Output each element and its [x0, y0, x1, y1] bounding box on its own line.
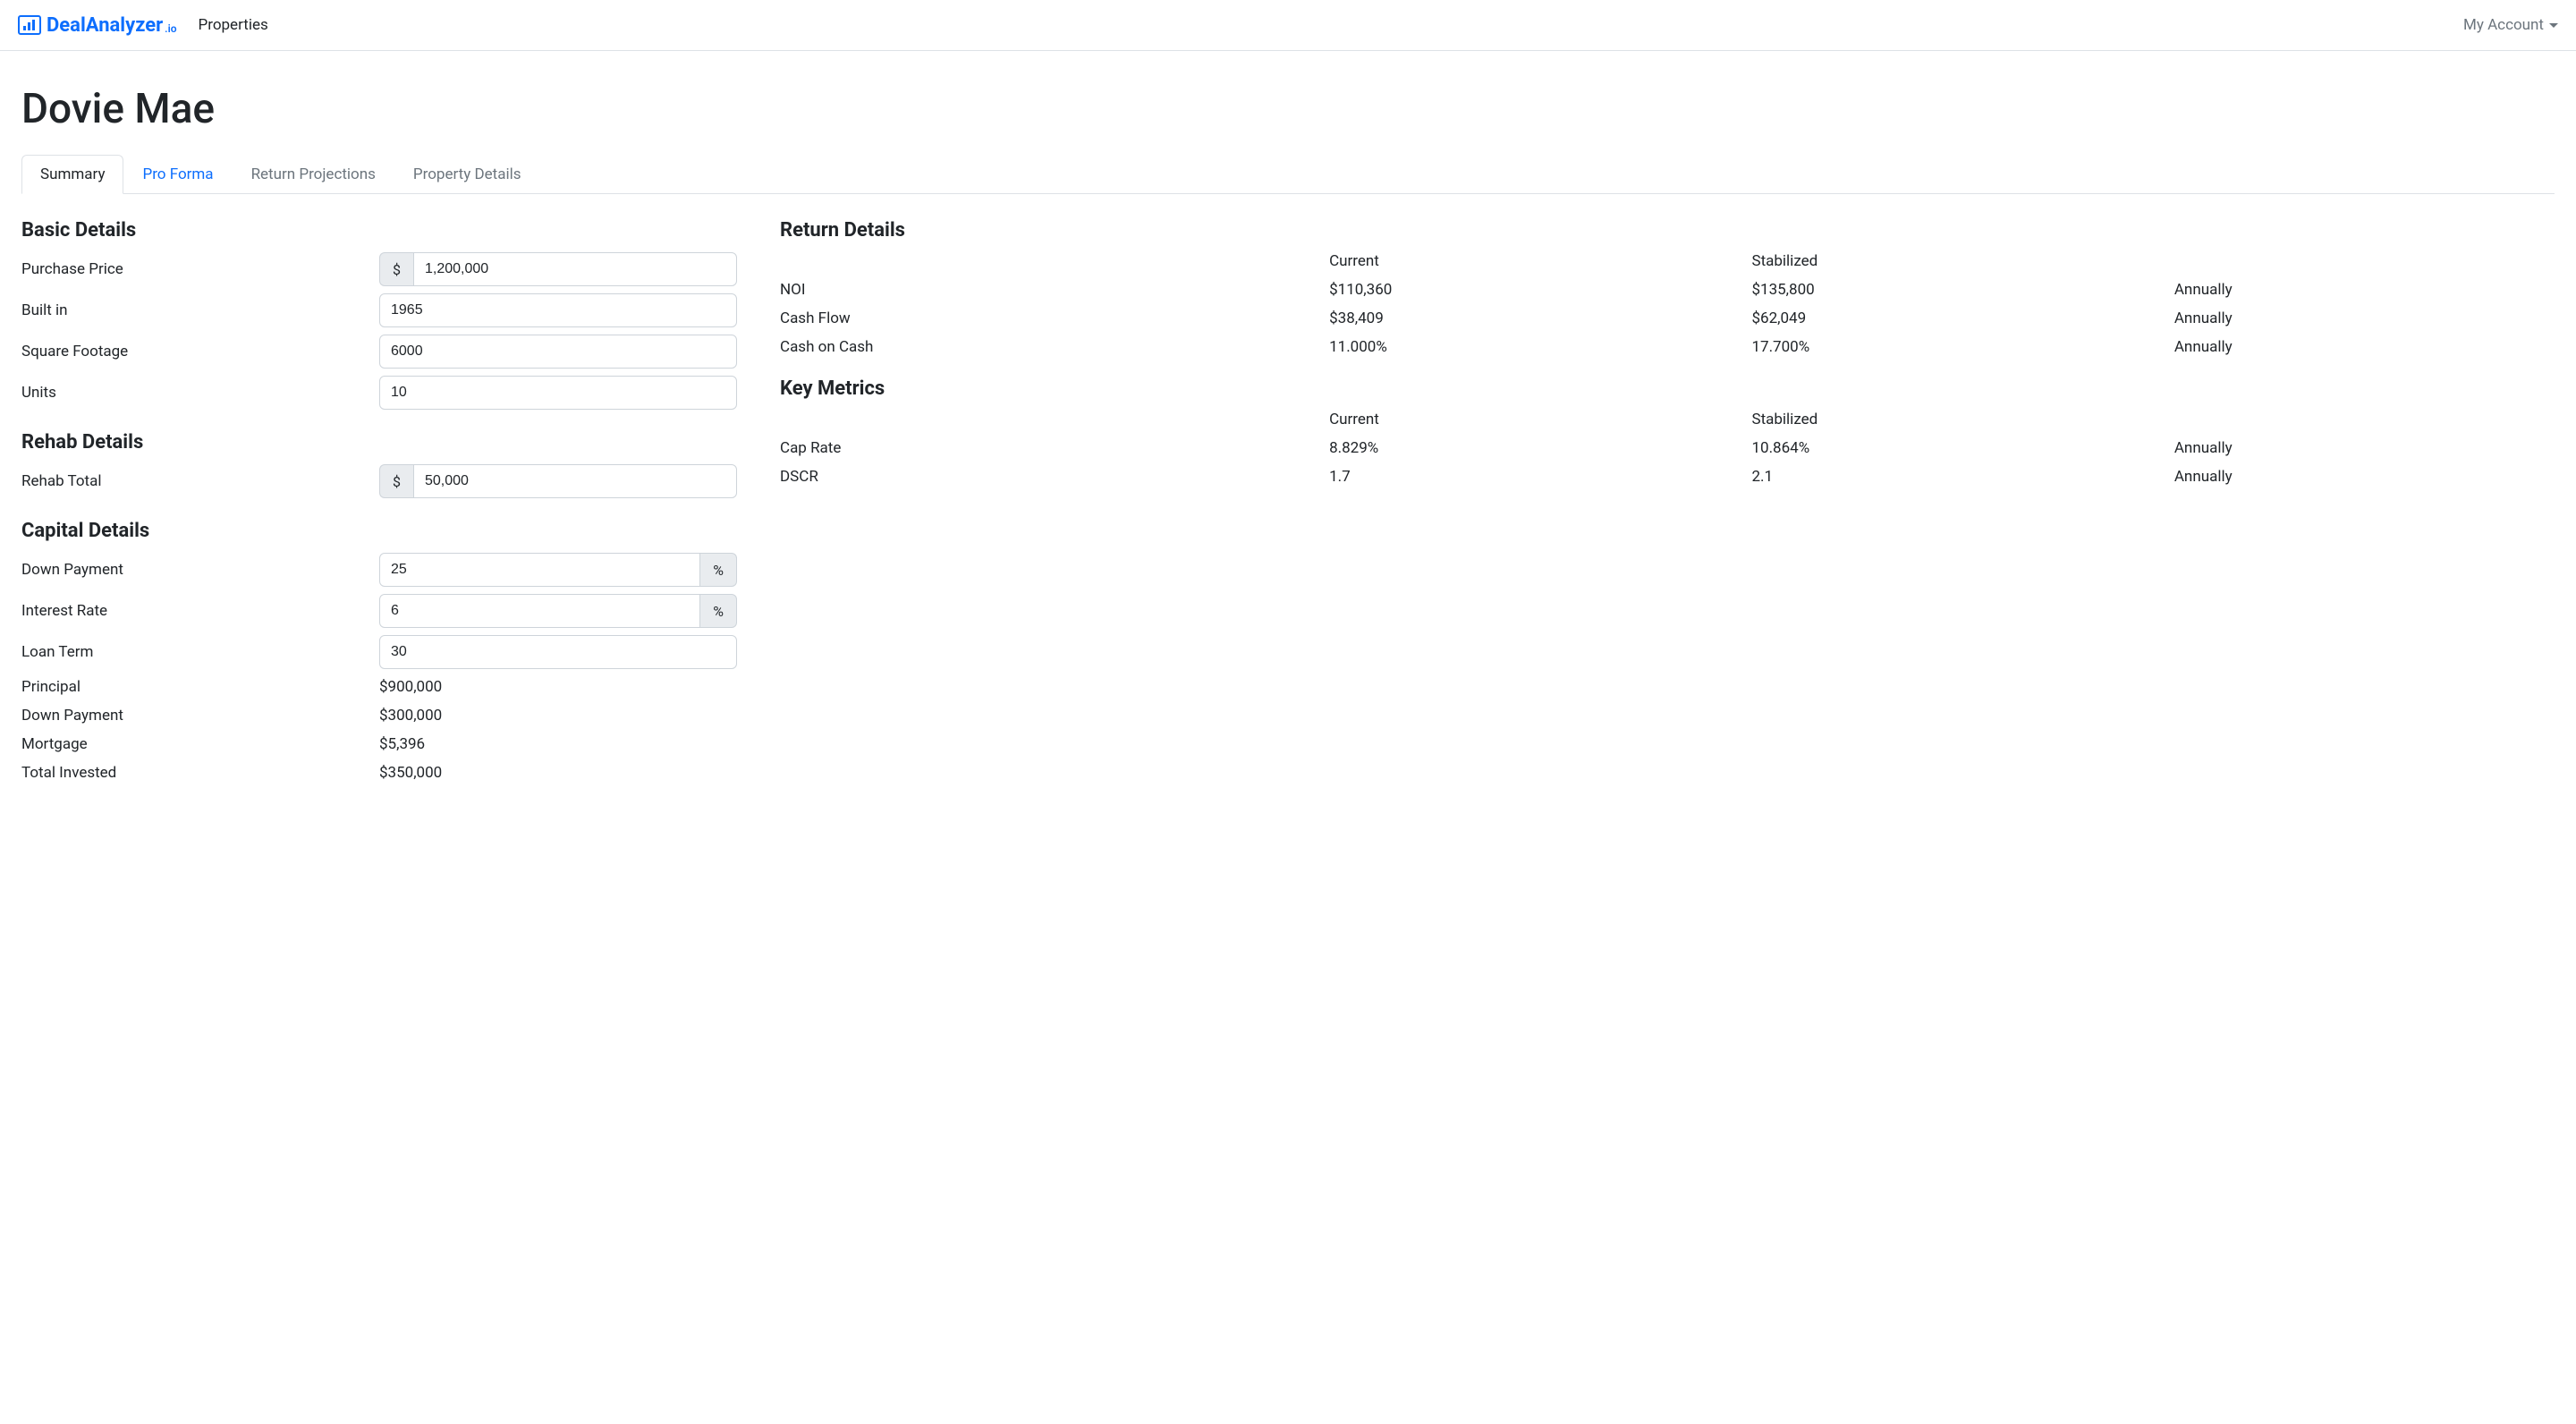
cashoncash-period: Annually [2174, 338, 2555, 356]
label-interest-rate: Interest Rate [21, 602, 379, 620]
value-down-payment-amt: $300,000 [379, 705, 737, 726]
label-built-in: Built in [21, 301, 379, 319]
row-cashflow-label: Cash Flow [780, 309, 1329, 327]
label-purchase-price: Purchase Price [21, 260, 379, 278]
value-mortgage: $5,396 [379, 733, 737, 755]
cashoncash-stabilized: 17.700% [1751, 338, 2174, 356]
label-square-footage: Square Footage [21, 343, 379, 360]
row-down-payment-pct: Down Payment % [21, 553, 737, 587]
navbar: DealAnalyzer.io Properties My Account [0, 0, 2576, 51]
label-total-invested: Total Invested [21, 764, 379, 782]
row-noi-label: NOI [780, 281, 1329, 299]
chevron-down-icon [2549, 23, 2558, 28]
basic-details-heading: Basic Details [21, 219, 737, 242]
input-rehab-total[interactable] [413, 464, 737, 498]
tab-pro-forma[interactable]: Pro Forma [123, 155, 232, 194]
my-account-label: My Account [2463, 16, 2544, 34]
left-column: Basic Details Purchase Price $ Built in … [21, 210, 737, 791]
col-current-header: Current [1329, 252, 1751, 270]
input-square-footage[interactable] [379, 335, 737, 369]
row-rehab-total: Rehab Total $ [21, 464, 737, 498]
dscr-period: Annually [2174, 468, 2555, 486]
tab-property-details[interactable]: Property Details [394, 155, 540, 194]
input-units[interactable] [379, 376, 737, 410]
row-principal: Principal $900,000 [21, 676, 737, 698]
cashoncash-current: 11.000% [1329, 338, 1751, 356]
page-container: Dovie Mae Summary Pro Forma Return Proje… [0, 51, 2576, 826]
right-column: Return Details Current Stabilized NOI $1… [780, 210, 2555, 791]
col-current-header-km: Current [1329, 411, 1751, 428]
dollar-prefix: $ [379, 464, 413, 498]
dollar-prefix: $ [379, 252, 413, 286]
label-down-payment-amt: Down Payment [21, 707, 379, 725]
col-stabilized-header-km: Stabilized [1751, 411, 2174, 428]
label-principal: Principal [21, 678, 379, 696]
percent-suffix: % [700, 553, 737, 587]
cashflow-stabilized: $62,049 [1751, 309, 2174, 327]
label-rehab-total: Rehab Total [21, 472, 379, 490]
brand-suffix: .io [165, 22, 176, 35]
row-caprate-label: Cap Rate [780, 439, 1329, 457]
row-square-footage: Square Footage [21, 335, 737, 369]
brand-text: DealAnalyzer [47, 14, 163, 37]
dscr-current: 1.7 [1329, 468, 1751, 486]
cashflow-current: $38,409 [1329, 309, 1751, 327]
return-details-table: Current Stabilized NOI $110,360 $135,800… [780, 252, 2555, 356]
value-total-invested: $350,000 [379, 762, 737, 784]
row-interest-rate: Interest Rate % [21, 594, 737, 628]
input-built-in[interactable] [379, 293, 737, 327]
return-details-heading: Return Details [780, 219, 2555, 242]
row-cashoncash-label: Cash on Cash [780, 338, 1329, 356]
label-loan-term: Loan Term [21, 643, 379, 661]
row-total-invested: Total Invested $350,000 [21, 762, 737, 784]
dscr-stabilized: 2.1 [1751, 468, 2174, 486]
row-units: Units [21, 376, 737, 410]
brand-link[interactable]: DealAnalyzer.io [18, 14, 177, 37]
noi-stabilized: $135,800 [1751, 281, 2174, 299]
label-units: Units [21, 384, 379, 402]
label-mortgage: Mortgage [21, 735, 379, 753]
capital-details-heading: Capital Details [21, 520, 737, 542]
input-interest-rate[interactable] [379, 594, 700, 628]
noi-period: Annually [2174, 281, 2555, 299]
caprate-stabilized: 10.864% [1751, 439, 2174, 457]
my-account-dropdown[interactable]: My Account [2463, 16, 2558, 34]
row-built-in: Built in [21, 293, 737, 327]
chart-icon [18, 15, 41, 35]
cashflow-period: Annually [2174, 309, 2555, 327]
row-down-payment-amt: Down Payment $300,000 [21, 705, 737, 726]
col-stabilized-header: Stabilized [1751, 252, 2174, 270]
rehab-details-heading: Rehab Details [21, 431, 737, 453]
caprate-current: 8.829% [1329, 439, 1751, 457]
row-loan-term: Loan Term [21, 635, 737, 669]
tab-return-projections[interactable]: Return Projections [233, 155, 394, 194]
row-dscr-label: DSCR [780, 468, 1329, 486]
percent-suffix: % [700, 594, 737, 628]
tab-summary[interactable]: Summary [21, 155, 123, 194]
tabs: Summary Pro Forma Return Projections Pro… [21, 155, 2555, 194]
nav-properties-link[interactable]: Properties [199, 9, 268, 41]
key-metrics-table: Current Stabilized Cap Rate 8.829% 10.86… [780, 411, 2555, 486]
page-title: Dovie Mae [21, 85, 2555, 133]
key-metrics-heading: Key Metrics [780, 377, 2555, 400]
caprate-period: Annually [2174, 439, 2555, 457]
input-purchase-price[interactable] [413, 252, 737, 286]
label-down-payment-pct: Down Payment [21, 561, 379, 579]
row-purchase-price: Purchase Price $ [21, 252, 737, 286]
input-loan-term[interactable] [379, 635, 737, 669]
input-down-payment-pct[interactable] [379, 553, 700, 587]
value-principal: $900,000 [379, 676, 737, 698]
row-mortgage: Mortgage $5,396 [21, 733, 737, 755]
noi-current: $110,360 [1329, 281, 1751, 299]
